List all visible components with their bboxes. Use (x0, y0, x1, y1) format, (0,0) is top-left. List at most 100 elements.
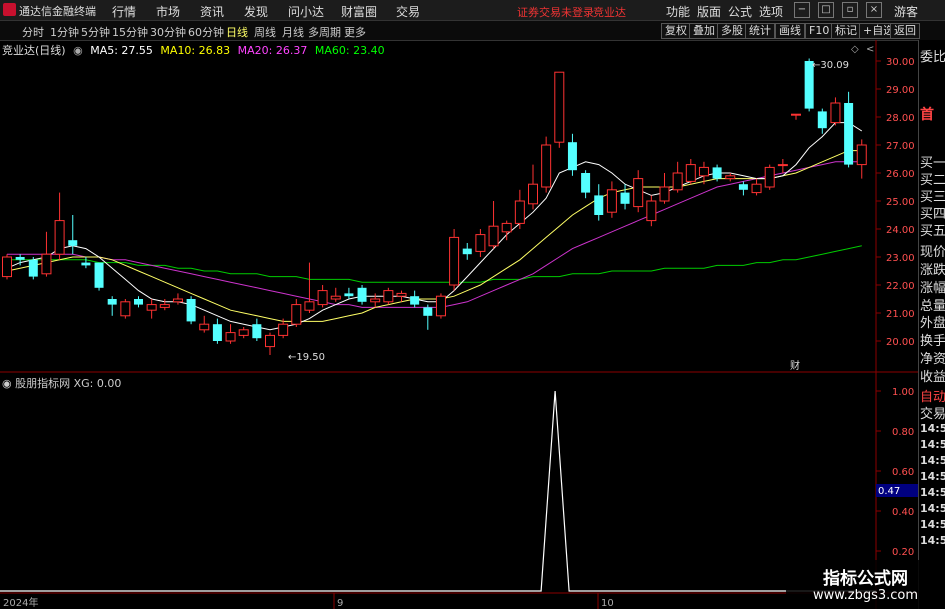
candle-body-down (186, 299, 196, 322)
candle-body-up (199, 323, 210, 331)
finance-marker[interactable]: 财 (790, 359, 800, 372)
candle (528, 164, 538, 210)
candle-body-up (317, 290, 328, 306)
candle (2, 254, 12, 280)
candle-body-down (94, 262, 104, 288)
date-label-sep: 9 (337, 598, 343, 609)
indicator-tick-label: 0.80 (892, 427, 914, 438)
side-item-turnover: 换手 (920, 334, 945, 349)
candle (554, 71, 565, 148)
price-tick-label: 30.00 (886, 57, 915, 68)
candle-body-down (252, 324, 262, 339)
candle (396, 290, 407, 302)
candle-body-up (172, 298, 183, 303)
side-item-outer: 外盘 (920, 316, 945, 331)
high-price-label: ←30.09 (812, 60, 849, 71)
candle-body-up (685, 164, 696, 182)
candle-body-up (41, 253, 52, 275)
candle-body-down (344, 293, 354, 297)
price-tick-label: 28.00 (886, 113, 915, 124)
candle (672, 161, 683, 193)
candle (791, 113, 801, 120)
candle-body-down (738, 184, 748, 190)
xg-signal-line (0, 390, 876, 592)
candle-body-down (620, 192, 630, 204)
candle (146, 299, 157, 319)
candle (212, 318, 222, 344)
watermark: 指标公式网 www.zbgs3.com (786, 560, 945, 609)
candle-body-down (594, 195, 604, 215)
tick-time: 14:56 (920, 438, 945, 451)
price-tick-label: 21.00 (886, 309, 915, 320)
candle (265, 332, 275, 355)
candle (186, 296, 196, 325)
candle-body-up (698, 166, 709, 177)
tick-time: 14:56 (920, 486, 945, 499)
tick-time: 14:56 (920, 518, 945, 531)
candle-body-down (581, 173, 591, 193)
price-tick-label: 22.00 (886, 281, 915, 292)
candle (317, 285, 328, 308)
candle (738, 181, 748, 196)
candle-body-up (725, 175, 736, 180)
candle-body-up (449, 236, 460, 286)
candle (252, 318, 262, 341)
candle (94, 262, 104, 291)
candle (817, 108, 827, 134)
price-tick-label: 25.00 (886, 197, 915, 208)
collapse-icon[interactable]: < (866, 44, 874, 55)
candle-body-down (212, 324, 222, 341)
candle-body-up (291, 304, 302, 325)
candle (633, 170, 644, 213)
candle-body-down (107, 299, 117, 305)
quote-side-panel: 委比 首 买一 买二 买三 买四 买五 现价 涨跌 涨幅 总量 外盘 换手 净资… (918, 40, 945, 609)
candle (685, 159, 696, 185)
candle-body-down (68, 240, 78, 246)
side-item-earnings: 收益 (920, 370, 945, 385)
side-item-trade[interactable]: 交易 (920, 403, 945, 422)
candle-body-up (633, 178, 644, 208)
candle-body-up (304, 301, 315, 311)
candle-body-up (646, 200, 657, 222)
candle-body-down (81, 262, 91, 266)
candle-body-down (844, 103, 854, 165)
candle (475, 229, 486, 257)
watermark-title: 指标公式网 (823, 569, 908, 589)
indicator-settings-icon[interactable]: ◉ (2, 377, 12, 390)
kline-chart[interactable]: 30.00 29.00 28.00 27.00 26.00 25.00 24.00 23.00… (0, 0, 918, 609)
candle (488, 201, 499, 249)
candle-body-up (541, 144, 552, 188)
candle (725, 173, 736, 182)
candle-body-up (856, 144, 867, 166)
candle (830, 97, 841, 126)
candle (41, 231, 52, 277)
candle (449, 229, 460, 291)
diamond-icon[interactable]: ◇ (851, 44, 859, 55)
candle (606, 181, 617, 218)
candle (383, 287, 394, 305)
candle-body-up (370, 298, 381, 303)
candle-body-up (777, 164, 788, 167)
ma20-line (7, 161, 862, 308)
candle-body-up (554, 71, 565, 143)
candle (304, 262, 315, 313)
indicator-current-value: 0.47 (878, 486, 900, 497)
candle (330, 287, 341, 302)
candle-body-down (15, 257, 25, 260)
candle-body-up (514, 200, 525, 224)
candle (594, 184, 604, 221)
ma60-line (7, 245, 862, 283)
candle (844, 91, 854, 168)
price-tick-label: 29.00 (886, 85, 915, 96)
indicator-value: XG: 0.00 (73, 377, 122, 390)
candle (344, 287, 354, 299)
candle-body-up (435, 295, 446, 317)
candle (620, 184, 630, 210)
candle-body-up (146, 304, 157, 311)
candle-body-up (488, 225, 499, 247)
indicator-title[interactable]: 股朋指标网 (15, 377, 70, 390)
candle (238, 327, 249, 339)
candle-body-up (54, 220, 65, 255)
watermark-url: www.zbgs3.com (812, 588, 919, 603)
indicator-tick-label: 0.40 (892, 507, 914, 518)
